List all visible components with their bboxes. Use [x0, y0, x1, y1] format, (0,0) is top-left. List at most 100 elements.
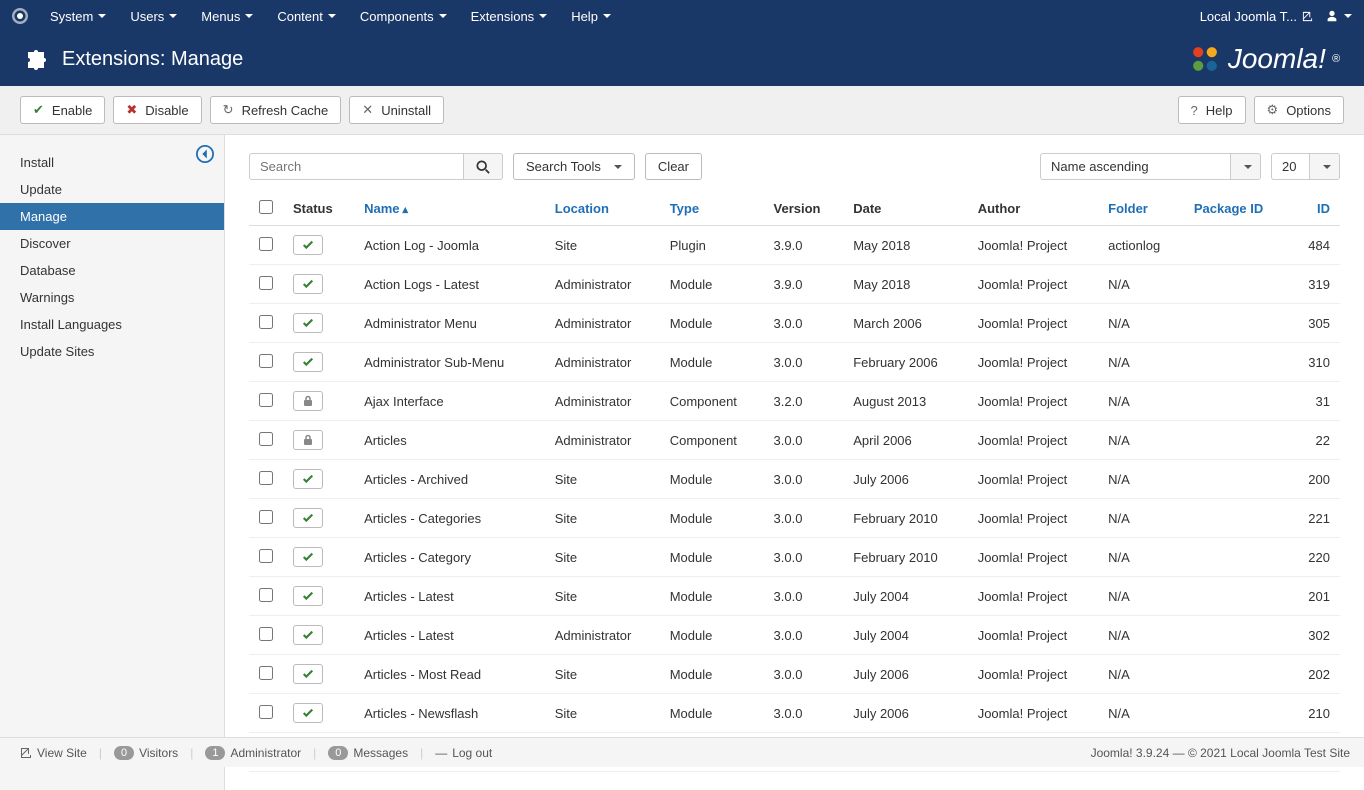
cell-author: Joomla! Project — [968, 499, 1098, 538]
col-type[interactable]: Type — [660, 192, 764, 226]
sidebar-item-install-languages[interactable]: Install Languages — [0, 311, 224, 338]
user-menu[interactable] — [1325, 9, 1352, 23]
cell-type: Plugin — [660, 226, 764, 265]
status-enabled-button[interactable] — [293, 235, 323, 255]
search-button[interactable] — [464, 153, 503, 180]
lock-icon — [302, 434, 314, 446]
toolbar: ✔Enable ✖Disable ↻Refresh Cache ✕Uninsta… — [0, 86, 1364, 135]
select-all-checkbox[interactable] — [259, 200, 273, 214]
menu-system[interactable]: System — [38, 0, 118, 32]
admin-counter[interactable]: 1Administrator — [199, 746, 307, 760]
collapse-sidebar-button[interactable] — [196, 145, 214, 163]
cancel-icon: ✖ — [126, 102, 137, 118]
status-enabled-button[interactable] — [293, 352, 323, 372]
cell-location: Administrator — [545, 382, 660, 421]
cell-author: Joomla! Project — [968, 538, 1098, 577]
menu-users[interactable]: Users — [118, 0, 189, 32]
site-name-link[interactable]: Local Joomla T... — [1200, 9, 1313, 24]
cell-id: 220 — [1290, 538, 1340, 577]
cell-name: Action Log - Joomla — [354, 226, 545, 265]
sidebar-item-database[interactable]: Database — [0, 257, 224, 284]
cell-version: 3.0.0 — [764, 655, 844, 694]
cell-package-id — [1184, 616, 1290, 655]
enable-button[interactable]: ✔Enable — [20, 96, 105, 124]
status-enabled-button[interactable] — [293, 625, 323, 645]
cell-package-id — [1184, 499, 1290, 538]
cell-date: July 2006 — [843, 460, 967, 499]
cell-version: 3.9.0 — [764, 265, 844, 304]
cell-folder: N/A — [1098, 499, 1184, 538]
help-icon: ? — [1191, 103, 1198, 118]
cell-location: Site — [545, 538, 660, 577]
status-enabled-button[interactable] — [293, 508, 323, 528]
row-checkbox[interactable] — [259, 237, 273, 251]
sidebar-item-discover[interactable]: Discover — [0, 230, 224, 257]
row-checkbox[interactable] — [259, 705, 273, 719]
row-checkbox[interactable] — [259, 510, 273, 524]
col-folder[interactable]: Folder — [1098, 192, 1184, 226]
clear-button[interactable]: Clear — [645, 153, 702, 180]
row-checkbox[interactable] — [259, 471, 273, 485]
row-checkbox[interactable] — [259, 393, 273, 407]
cell-name: Articles — [354, 421, 545, 460]
status-enabled-button[interactable] — [293, 274, 323, 294]
view-site-link[interactable]: View Site — [14, 746, 93, 760]
col-id[interactable]: ID — [1290, 192, 1340, 226]
external-link-icon — [1302, 11, 1313, 22]
visitors-counter[interactable]: 0Visitors — [108, 746, 184, 760]
menu-help[interactable]: Help — [559, 0, 623, 32]
cell-location: Site — [545, 499, 660, 538]
sidebar-item-update-sites[interactable]: Update Sites — [0, 338, 224, 365]
row-checkbox[interactable] — [259, 354, 273, 368]
status-enabled-button[interactable] — [293, 586, 323, 606]
status-locked-button[interactable] — [293, 430, 323, 450]
col-location[interactable]: Location — [545, 192, 660, 226]
cell-type: Module — [660, 499, 764, 538]
menu-menus[interactable]: Menus — [189, 0, 265, 32]
sidebar-item-warnings[interactable]: Warnings — [0, 284, 224, 311]
menu-content[interactable]: Content — [265, 0, 348, 32]
sidebar-item-manage[interactable]: Manage — [0, 203, 224, 230]
row-checkbox[interactable] — [259, 666, 273, 680]
page-header: Extensions: Manage Joomla!® — [0, 32, 1364, 86]
sidebar-item-update[interactable]: Update — [0, 176, 224, 203]
uninstall-button[interactable]: ✕Uninstall — [349, 96, 444, 124]
row-checkbox[interactable] — [259, 627, 273, 641]
row-checkbox[interactable] — [259, 588, 273, 602]
row-checkbox[interactable] — [259, 276, 273, 290]
limit-select[interactable]: 20 — [1271, 153, 1340, 180]
cell-folder: N/A — [1098, 538, 1184, 577]
cell-id: 22 — [1290, 421, 1340, 460]
table-row: Articles - NewsflashSiteModule3.0.0July … — [249, 694, 1340, 733]
table-row: Articles - Most ReadSiteModule3.0.0July … — [249, 655, 1340, 694]
row-checkbox[interactable] — [259, 432, 273, 446]
col-package-id[interactable]: Package ID — [1184, 192, 1290, 226]
row-checkbox[interactable] — [259, 315, 273, 329]
status-enabled-button[interactable] — [293, 547, 323, 567]
status-enabled-button[interactable] — [293, 703, 323, 723]
menu-components[interactable]: Components — [348, 0, 459, 32]
status-enabled-button[interactable] — [293, 469, 323, 489]
search-input[interactable] — [249, 153, 464, 180]
messages-counter[interactable]: 0Messages — [322, 746, 414, 760]
sidebar-item-install[interactable]: Install — [0, 149, 224, 176]
options-button[interactable]: ⚙Options — [1254, 96, 1344, 124]
cell-folder: N/A — [1098, 421, 1184, 460]
cell-date: February 2010 — [843, 538, 967, 577]
status-locked-button[interactable] — [293, 391, 323, 411]
logout-link[interactable]: —Log out — [429, 746, 498, 760]
refresh-cache-button[interactable]: ↻Refresh Cache — [210, 96, 342, 124]
col-name[interactable]: Name — [354, 192, 545, 226]
cell-package-id — [1184, 226, 1290, 265]
cell-name: Articles - Newsflash — [354, 694, 545, 733]
top-navbar: SystemUsersMenusContentComponentsExtensi… — [0, 0, 1364, 32]
disable-button[interactable]: ✖Disable — [113, 96, 201, 124]
row-checkbox[interactable] — [259, 549, 273, 563]
sort-select[interactable]: Name ascending — [1040, 153, 1261, 180]
menu-extensions[interactable]: Extensions — [459, 0, 560, 32]
help-button[interactable]: ?Help — [1178, 96, 1246, 124]
joomla-brand-icon — [1188, 42, 1222, 76]
status-enabled-button[interactable] — [293, 664, 323, 684]
status-enabled-button[interactable] — [293, 313, 323, 333]
search-tools-button[interactable]: Search Tools — [513, 153, 635, 180]
